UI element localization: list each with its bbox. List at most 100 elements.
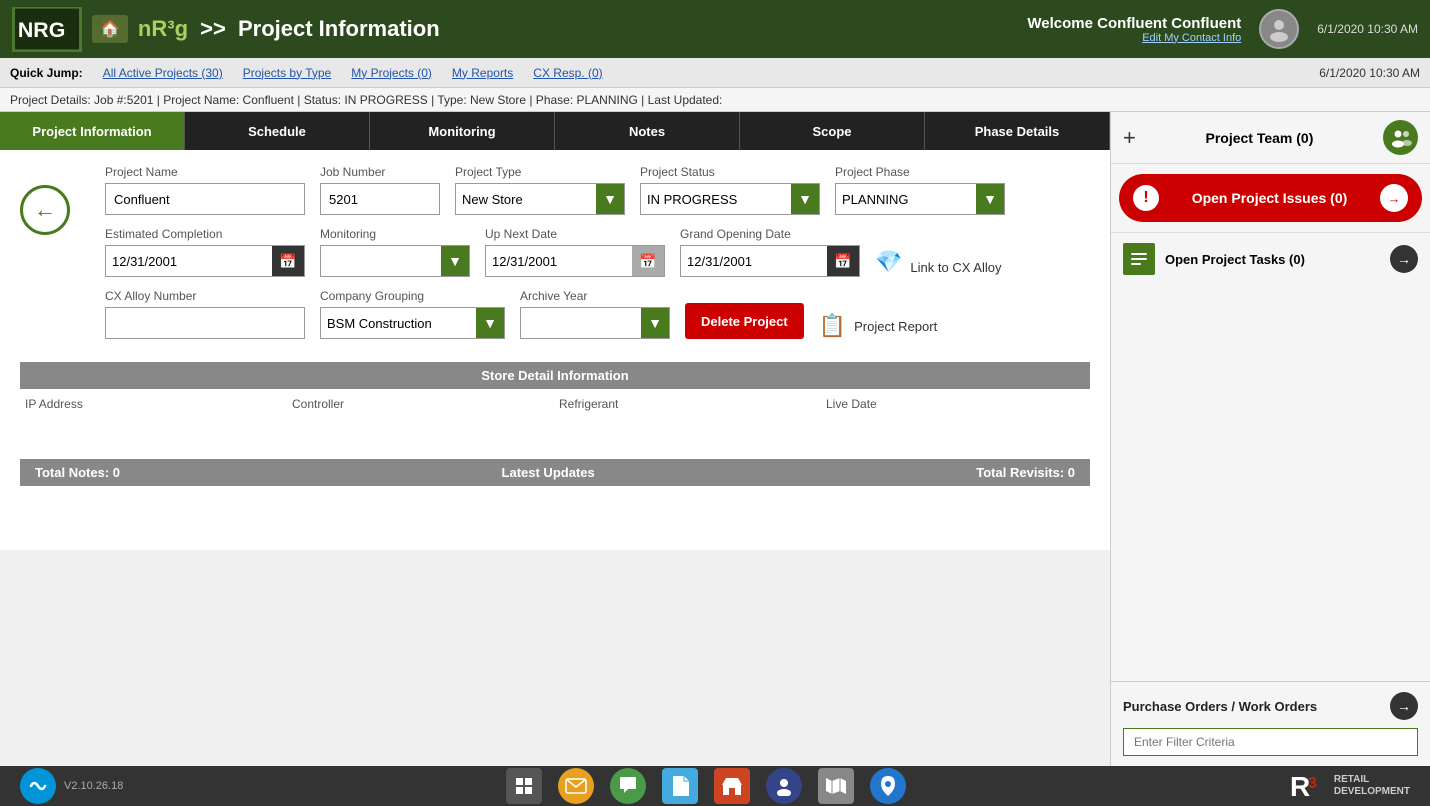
header-title: nR³g >> Project Information xyxy=(138,16,440,42)
cx-alloy-gem-icon: 💎 xyxy=(875,249,902,275)
tab-schedule[interactable]: Schedule xyxy=(185,112,370,150)
project-status-arrow: ▼ xyxy=(791,184,819,214)
header-right: Welcome Confluent Confluent Edit My Cont… xyxy=(1027,9,1418,49)
archive-year-select[interactable] xyxy=(521,308,641,338)
add-team-member-button[interactable]: + xyxy=(1123,125,1136,151)
issues-arrow-icon: → xyxy=(1380,184,1408,212)
controller-label: Controller xyxy=(292,397,551,411)
taskbar-version: V2.10.26.18 xyxy=(64,780,123,792)
po-header: Purchase Orders / Work Orders → xyxy=(1123,692,1418,720)
taskbar-chat-icon[interactable] xyxy=(610,768,646,804)
delete-project-button[interactable]: Delete Project xyxy=(685,303,804,339)
ip-address-value xyxy=(25,419,284,439)
project-report-label[interactable]: Project Report xyxy=(854,319,937,334)
project-phase-select-wrap[interactable]: PLANNING DESIGN BUILD ▼ xyxy=(835,183,1005,215)
project-type-select[interactable]: New Store Remodel Other xyxy=(456,184,596,214)
up-next-date-group: Up Next Date 📅 xyxy=(485,227,665,277)
archive-year-label: Archive Year xyxy=(520,289,670,303)
taskbar-app1-icon[interactable] xyxy=(506,768,542,804)
back-button[interactable]: ← xyxy=(20,185,70,235)
home-icon[interactable]: 🏠 xyxy=(92,15,128,43)
up-next-date-wrap[interactable]: 📅 xyxy=(485,245,665,277)
store-detail-header: Store Detail Information xyxy=(20,362,1090,389)
tab-project-information[interactable]: Project Information xyxy=(0,112,185,150)
datetime-display: 6/1/2020 10:30 AM xyxy=(1319,66,1420,80)
edit-contact-link[interactable]: Edit My Contact Info xyxy=(1027,32,1241,44)
po-filter-input[interactable] xyxy=(1123,728,1418,756)
job-number-group: Job Number xyxy=(320,165,440,215)
form-area: ← Project Name Job Number xyxy=(0,150,1110,550)
company-grouping-label: Company Grouping xyxy=(320,289,505,303)
archive-year-arrow: ▼ xyxy=(641,308,669,338)
company-grouping-select[interactable]: BSM Construction Other xyxy=(321,308,476,338)
est-completion-date-wrap[interactable]: 📅 xyxy=(105,245,305,277)
project-phase-label: Project Phase xyxy=(835,165,1005,179)
qj-my-reports[interactable]: My Reports xyxy=(452,66,513,80)
grand-opening-input[interactable] xyxy=(681,246,827,276)
taskbar-location-icon[interactable] xyxy=(870,768,906,804)
open-project-tasks-button[interactable]: Open Project Tasks (0) → xyxy=(1111,232,1430,285)
latest-updates-label: Latest Updates xyxy=(120,465,976,480)
taskbar-user-icon[interactable] xyxy=(766,768,802,804)
job-number-input[interactable] xyxy=(320,183,440,215)
project-report-button[interactable]: 📋 Project Report xyxy=(819,313,938,339)
cx-alloy-number-label: CX Alloy Number xyxy=(105,289,305,303)
grand-opening-calendar-btn[interactable]: 📅 xyxy=(827,246,859,276)
project-phase-group: Project Phase PLANNING DESIGN BUILD ▼ xyxy=(835,165,1005,215)
po-section: Purchase Orders / Work Orders → xyxy=(1111,681,1430,766)
tab-notes[interactable]: Notes xyxy=(555,112,740,150)
tasks-label: Open Project Tasks (0) xyxy=(1165,252,1380,267)
project-report-icon: 📋 xyxy=(819,313,846,339)
tab-phase-details[interactable]: Phase Details xyxy=(925,112,1110,150)
project-status-select[interactable]: IN PROGRESS COMPLETE ON HOLD xyxy=(641,184,791,214)
qj-my-projects[interactable]: My Projects (0) xyxy=(351,66,432,80)
project-team-icon xyxy=(1383,120,1418,155)
est-completion-calendar-btn[interactable]: 📅 xyxy=(272,246,304,276)
tab-monitoring[interactable]: Monitoring xyxy=(370,112,555,150)
taskbar-map-icon[interactable] xyxy=(818,768,854,804)
sidebar-header: + Project Team (0) xyxy=(1111,112,1430,164)
tab-scope[interactable]: Scope xyxy=(740,112,925,150)
po-arrow-button[interactable]: → xyxy=(1390,692,1418,720)
company-grouping-select-wrap[interactable]: BSM Construction Other ▼ xyxy=(320,307,505,339)
right-sidebar: + Project Team (0) ! Open Project Issues… xyxy=(1110,112,1430,766)
project-details-bar: Project Details: Job #:5201 | Project Na… xyxy=(0,88,1430,112)
taskbar-document-icon[interactable] xyxy=(662,768,698,804)
project-status-select-wrap[interactable]: IN PROGRESS COMPLETE ON HOLD ▼ xyxy=(640,183,820,215)
grand-opening-date-wrap[interactable]: 📅 xyxy=(680,245,860,277)
quick-jump-label: Quick Jump: xyxy=(10,66,83,80)
user-avatar[interactable] xyxy=(1259,9,1299,49)
est-completion-input[interactable] xyxy=(106,246,272,276)
monitoring-group: Monitoring ▼ xyxy=(320,227,470,277)
company-grouping-group: Company Grouping BSM Construction Other … xyxy=(320,289,505,339)
taskbar: V2.10.26.18 R 3 RETAILDEVE xyxy=(0,766,1430,806)
up-next-date-input[interactable] xyxy=(486,246,632,276)
refrigerant-value xyxy=(559,419,818,439)
total-revisits: Total Revisits: 0 xyxy=(976,465,1075,480)
taskbar-email-icon[interactable] xyxy=(558,768,594,804)
project-status-group: Project Status IN PROGRESS COMPLETE ON H… xyxy=(640,165,820,215)
est-completion-label: Estimated Completion xyxy=(105,227,305,241)
qj-cx-resp[interactable]: CX Resp. (0) xyxy=(533,66,602,80)
total-notes: Total Notes: 0 xyxy=(35,465,120,480)
up-next-date-label: Up Next Date xyxy=(485,227,665,241)
taskbar-store-icon[interactable] xyxy=(714,768,750,804)
qj-active-projects[interactable]: All Active Projects (30) xyxy=(103,66,223,80)
project-type-select-wrap[interactable]: New Store Remodel Other ▼ xyxy=(455,183,625,215)
monitoring-select[interactable] xyxy=(321,246,441,276)
totals-bar: Total Notes: 0 Latest Updates Total Revi… xyxy=(20,459,1090,486)
project-team-label: Project Team (0) xyxy=(1205,130,1313,146)
open-project-issues-button[interactable]: ! Open Project Issues (0) → xyxy=(1119,174,1422,222)
project-name-input[interactable] xyxy=(105,183,305,215)
po-title: Purchase Orders / Work Orders xyxy=(1123,699,1317,714)
archive-year-select-wrap[interactable]: ▼ xyxy=(520,307,670,339)
welcome-text: Welcome Confluent Confluent xyxy=(1027,15,1241,32)
controller-value xyxy=(292,419,551,439)
monitoring-select-wrap[interactable]: ▼ xyxy=(320,245,470,277)
cx-alloy-number-input[interactable] xyxy=(105,307,305,339)
qj-projects-by-type[interactable]: Projects by Type xyxy=(243,66,332,80)
live-date-label: Live Date xyxy=(826,397,1085,411)
project-phase-select[interactable]: PLANNING DESIGN BUILD xyxy=(836,184,976,214)
cx-alloy-link-label[interactable]: Link to CX Alloy xyxy=(910,260,1001,275)
up-next-calendar-btn[interactable]: 📅 xyxy=(632,246,664,276)
